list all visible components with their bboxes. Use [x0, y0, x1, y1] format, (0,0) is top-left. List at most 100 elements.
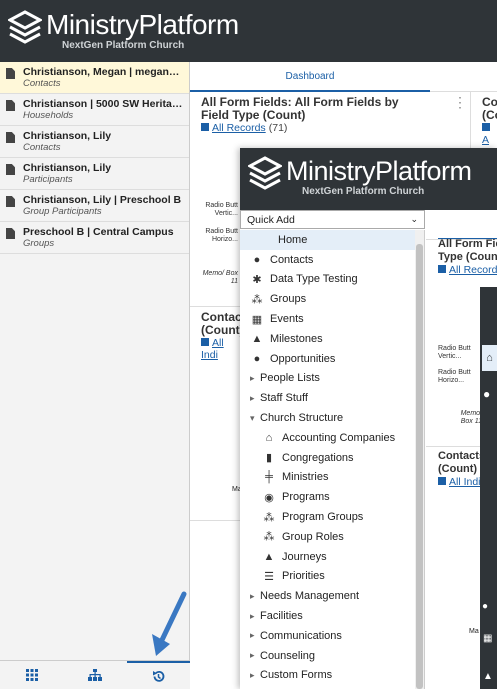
- history-panel: Christianson, Megan | megan@... Contacts C…: [0, 62, 190, 689]
- logo-title: MinistryPlatform: [286, 156, 472, 186]
- menu-item-label: Group Roles: [282, 530, 344, 543]
- menu-item-label: Priorities: [282, 570, 325, 583]
- contacts-card-title: Contact (Count): [201, 310, 246, 337]
- menu-item-milestones[interactable]: ▲ Milestones: [240, 329, 424, 349]
- home-icon[interactable]: ⌂: [482, 345, 497, 371]
- grid-icon: [25, 669, 38, 681]
- person-icon[interactable]: ●: [483, 387, 490, 401]
- menu-item-journeys[interactable]: ▲ Journeys: [240, 547, 424, 567]
- legend-swatch: [438, 265, 446, 273]
- menu-item-data-type-testing[interactable]: ✱ Data Type Testing: [240, 270, 424, 290]
- overlay-card-title: All Form Fie Type (Coun: [438, 238, 497, 263]
- history-item[interactable]: Christianson, Megan | megan@... Contacts: [0, 62, 189, 94]
- menu-item-communications[interactable]: ▸ Communications: [240, 626, 424, 646]
- partial-card-link[interactable]: A: [482, 134, 489, 146]
- menu-item-label: Milestones: [270, 332, 323, 345]
- document-icon: [6, 196, 15, 207]
- document-icon: [6, 228, 15, 239]
- menu-item-label: Events: [270, 313, 304, 326]
- menu-item-label: Contacts: [270, 253, 314, 266]
- logo-subtitle: NextGen Platform Church: [302, 186, 425, 197]
- menu-item-groups[interactable]: ⁂ Groups: [240, 289, 424, 309]
- card-title: All Form Fields: All Form Fields by Fiel…: [201, 95, 399, 122]
- overlay-all-records-link[interactable]: All Records: [449, 264, 497, 276]
- history-icon: [152, 670, 165, 682]
- logo-title: MinistryPlatform: [46, 9, 239, 40]
- menu-item-label: Facilities: [260, 610, 303, 623]
- menu-item-custom-forms[interactable]: ▸ Custom Forms: [240, 666, 424, 686]
- graduation-cap-icon: ▲: [263, 550, 275, 563]
- menu-item-ministries[interactable]: ╪ Ministries: [240, 468, 424, 488]
- overlay-logo[interactable]: MinistryPlatform NextGen Platform Church: [248, 156, 472, 198]
- nav-menu: Home ● Contacts ✱ Data Type Testing ⁂ Groups ▦ E…: [240, 230, 425, 689]
- logo-icon: [8, 10, 42, 44]
- menu-item-congregations[interactable]: ▮ Congregations: [240, 448, 424, 468]
- history-item-title: Preschool B | Central Campus: [23, 226, 174, 238]
- contacts-card: Contact (Count) All Indi: [201, 310, 246, 361]
- menu-item-label: Staff Stuff: [260, 392, 308, 405]
- menu-item-priorities[interactable]: ☰ Priorities: [240, 567, 424, 587]
- record-count: (71): [268, 122, 288, 134]
- y-tick-label: Radio Butt Vertic...: [438, 345, 471, 360]
- card-menu-button[interactable]: ⋮: [453, 95, 467, 109]
- history-item[interactable]: Christianson, Lily | Preschool B Group Pa…: [0, 190, 189, 222]
- history-item[interactable]: Christianson, Lily Participants: [0, 158, 189, 190]
- menu-scroll-thumb[interactable]: [416, 244, 423, 689]
- legend-swatch: [482, 123, 490, 131]
- menu-item-needs-management[interactable]: ▸ Needs Management: [240, 586, 424, 606]
- menu-item-label: Opportunities: [270, 352, 336, 365]
- history-item[interactable]: Christianson | 5000 SW Heritage... Househ…: [0, 94, 189, 126]
- history-item[interactable]: Christianson, Lily Contacts: [0, 126, 189, 158]
- history-item-title: Christianson, Lily | Preschool B: [23, 194, 182, 206]
- history-item-subtitle: Groups: [23, 238, 55, 249]
- menu-item-label: Home: [278, 233, 308, 246]
- overlay-tabbar: [426, 210, 497, 240]
- history-item-title: Christianson, Lily: [23, 162, 112, 174]
- overlay-contacts-link[interactable]: All Indi: [449, 476, 481, 488]
- menu-item-home[interactable]: Home: [240, 230, 424, 250]
- caret-right-icon: ▸: [250, 610, 255, 621]
- menu-item-counseling[interactable]: ▸ Counseling: [240, 646, 424, 666]
- y-tick-label: Radio Butt Horizo...: [205, 228, 238, 243]
- quick-add-select[interactable]: Quick Add ⌄: [240, 210, 425, 229]
- list-icon: ☰: [264, 570, 274, 583]
- menu-item-people-lists[interactable]: ▸ People Lists: [240, 369, 424, 389]
- menu-item-facilities[interactable]: ▸ Facilities: [240, 606, 424, 626]
- menu-item-contacts[interactable]: ● Contacts: [240, 250, 424, 270]
- graduation-cap-icon[interactable]: ▲: [483, 671, 493, 682]
- group-icon: ⁂: [251, 293, 263, 306]
- group-icon: ⁂: [263, 511, 275, 524]
- legend-swatch: [201, 338, 209, 346]
- overlay-card: All Form Fie Type (Coun All Records: [438, 238, 497, 276]
- y-tick-label: Radio Butt Vertic...: [205, 202, 238, 217]
- document-icon: [6, 132, 15, 143]
- menu-item-staff-stuff[interactable]: ▸ Staff Stuff: [240, 388, 424, 408]
- group-icon[interactable]: ●: [482, 601, 488, 612]
- pointer-arrow-icon: [152, 591, 187, 656]
- tab-dashboard[interactable]: Dashboard: [190, 62, 430, 92]
- compass-icon: ◉: [264, 491, 274, 504]
- menu-item-label: Program Groups: [282, 511, 364, 524]
- building-icon: ▮: [265, 452, 273, 465]
- menu-item-church-structure[interactable]: ▾ Church Structure: [240, 408, 424, 428]
- history-item-title: Christianson, Lily: [23, 130, 112, 142]
- menu-item-accounting-companies[interactable]: ⌂ Accounting Companies: [240, 428, 424, 448]
- grid-view-button[interactable]: [0, 661, 63, 689]
- y-tick-label: Memo/ Box 11: [202, 270, 238, 285]
- history-item-title: Christianson | 5000 SW Heritage...: [23, 98, 183, 110]
- history-button[interactable]: [126, 661, 190, 689]
- all-records-link[interactable]: All Records: [212, 122, 266, 134]
- menu-item-events[interactable]: ▦ Events: [240, 309, 424, 329]
- gear-icon: ✱: [252, 273, 262, 286]
- sitemap-button[interactable]: [63, 661, 126, 689]
- menu-item-opportunities[interactable]: ● Opportunities: [240, 349, 424, 369]
- document-icon: [6, 164, 15, 175]
- left-bottom-nav: [0, 660, 190, 689]
- history-list: Christianson, Megan | megan@... Contacts C…: [0, 62, 189, 254]
- history-item[interactable]: Preschool B | Central Campus Groups: [0, 222, 189, 254]
- menu-item-programs[interactable]: ◉ Programs: [240, 487, 424, 507]
- calendar-icon[interactable]: ▦: [483, 633, 492, 644]
- menu-item-program-groups[interactable]: ⁂ Program Groups: [240, 507, 424, 527]
- menu-item-group-roles[interactable]: ⁂ Group Roles: [240, 527, 424, 547]
- app-logo[interactable]: MinistryPlatform NextGen Platform Church: [8, 10, 239, 52]
